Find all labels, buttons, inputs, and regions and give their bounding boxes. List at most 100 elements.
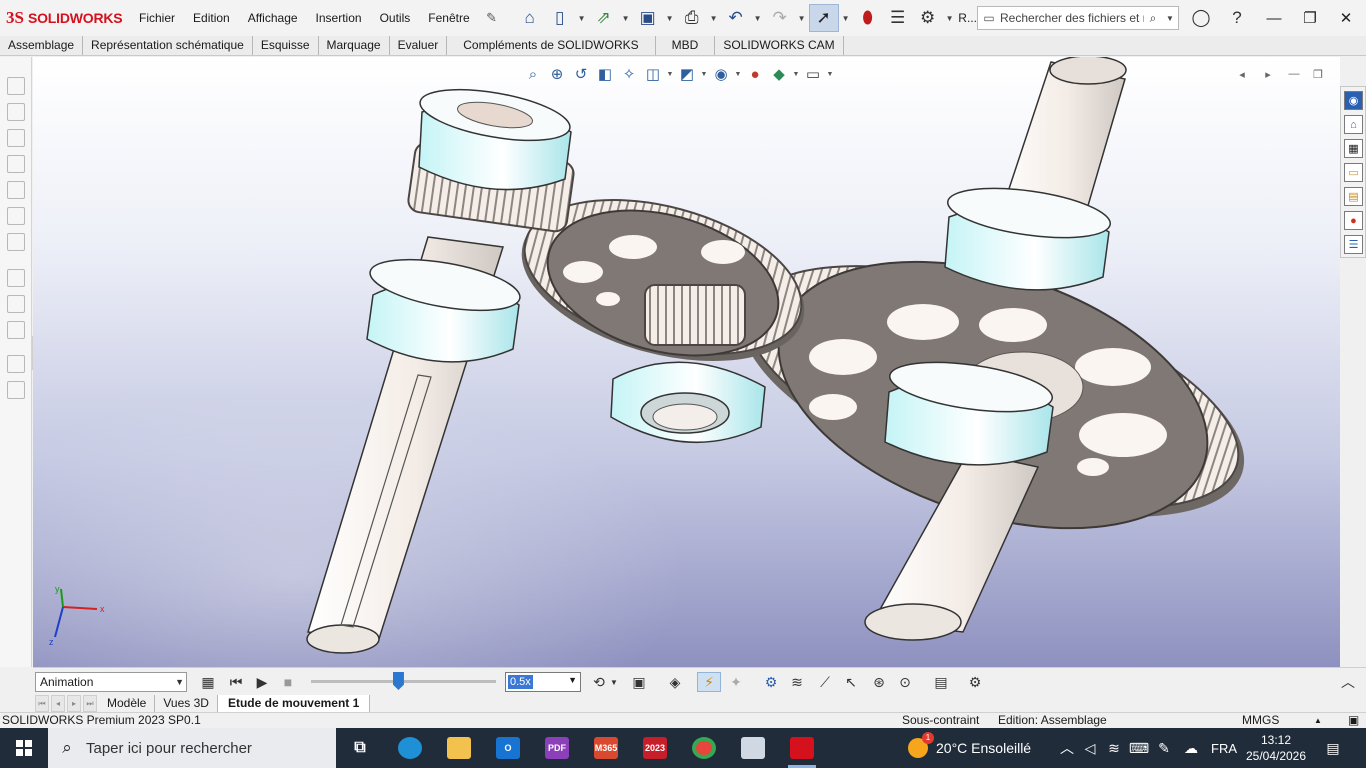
solidworks-active-button[interactable] [782,732,822,768]
next-tab-icon[interactable]: ▸ [67,695,81,712]
minimize-window-icon[interactable]: — [1256,0,1292,36]
view-orientation-dropdown-icon[interactable]: ▼ [665,71,675,78]
print-dropdown-icon[interactable]: ▼ [707,4,721,32]
onedrive-icon[interactable]: ☁ [1180,728,1202,768]
microsoft365-button[interactable]: M365 [586,732,626,764]
solidworks-2023-button[interactable]: 2023 [635,732,675,764]
view-orientation-icon[interactable]: ◫ [641,63,665,85]
display-style-icon[interactable]: ◩ [675,63,699,85]
tab-representation-schematique[interactable]: Représentation schématique [83,36,253,55]
playback-slider[interactable] [311,672,496,690]
autokey-icon[interactable]: ⚡ [697,672,721,692]
display-manager-icon[interactable] [7,181,25,199]
select-dropdown-icon[interactable]: ▼ [839,4,853,32]
menu-fichier[interactable]: Fichier [130,0,184,36]
gravity-icon[interactable]: ⊙ [893,672,917,692]
language-indicator[interactable]: FRA [1208,728,1240,768]
search-placeholder[interactable]: Rechercher des fichiers et m [1000,11,1144,25]
photos-button[interactable] [733,732,773,764]
tab-evaluer[interactable]: Evaluer [390,36,448,55]
tab-modele[interactable]: Modèle [99,695,156,712]
search-icon[interactable]: ⌕ [1144,11,1162,26]
dynamic-annotation-icon[interactable]: ✧ [617,63,641,85]
section-tool-icon[interactable] [7,321,25,339]
add-key-icon[interactable]: ✦ [724,672,748,692]
previous-view-icon[interactable]: ↺ [569,63,593,85]
keyboard-icon[interactable]: ⌨ [1128,728,1150,768]
close-window-icon[interactable]: ✕ [1328,0,1364,36]
tab-motion-study[interactable]: Etude de mouvement 1 [217,695,371,712]
home-icon[interactable]: ⌂ [515,4,545,32]
menu-outils[interactable]: Outils [371,0,420,36]
animation-wizard-icon[interactable]: ◈ [663,672,687,692]
viewport-restore-icon[interactable]: ❐ [1307,65,1329,83]
feature-tree-icon[interactable] [7,77,25,95]
solidworks-logo[interactable]: 3S SOLIDWORKS [0,8,130,28]
contact-icon[interactable]: ⊛ [867,672,891,692]
new-dropdown-icon[interactable]: ▼ [575,4,589,32]
help-icon[interactable]: ? [1226,7,1248,29]
undo-dropdown-icon[interactable]: ▼ [751,4,765,32]
tab-marquage[interactable]: Marquage [319,36,390,55]
apply-scene-icon[interactable]: ◆ [767,63,791,85]
system-clock[interactable]: 13:12 25/04/2026 [1244,732,1308,764]
viewport-minimize-icon[interactable]: — [1283,65,1305,83]
traffic-light-icon[interactable]: ⬮ [853,4,883,32]
configuration-manager-icon[interactable] [7,129,25,147]
spring-icon[interactable]: ≋ [785,672,809,692]
redo-dropdown-icon[interactable]: ▼ [795,4,809,32]
appearances-icon[interactable]: ● [1344,211,1363,230]
viewport-next-icon[interactable]: ▸ [1257,65,1279,83]
edge-button[interactable] [390,732,430,764]
last-tab-icon[interactable]: ⏭ [83,695,97,712]
pdf-app-button[interactable]: PDF [537,732,577,764]
select-icon[interactable]: ➚ [808,4,839,32]
custom-properties-icon[interactable]: ☰ [1344,235,1363,254]
chrome-button[interactable] [684,732,724,764]
new-document-icon[interactable]: ▯ [545,4,575,32]
paste-tool-icon[interactable] [7,381,25,399]
open-icon[interactable]: ⇗ [589,4,619,32]
unit-system[interactable]: MMGS [1242,713,1279,728]
motion-properties-icon[interactable]: ⚙ [963,672,987,692]
play-from-start-icon[interactable]: ⏮ [224,672,248,692]
options-dropdown-icon[interactable]: ▼ [943,4,957,32]
speed-dropdown-icon[interactable]: ▼ [568,675,577,685]
view-settings-icon[interactable]: ▭ [801,63,825,85]
motor-icon[interactable]: ⚙ [759,672,783,692]
pinion-gear[interactable] [644,284,746,346]
stop-icon[interactable]: ■ [276,672,300,692]
hide-show-items-icon[interactable]: ◉ [709,63,733,85]
open-dropdown-icon[interactable]: ▼ [619,4,633,32]
tab-solidworks-cam[interactable]: SOLIDWORKS CAM [715,36,844,55]
playback-mode-dropdown-icon[interactable]: ▼ [608,672,620,692]
home-tab-icon[interactable]: ⌂ [1344,115,1363,134]
volume-icon[interactable]: ◁ [1080,728,1100,768]
menu-edition[interactable]: Edition [184,0,239,36]
network-icon[interactable]: ≋ [1104,728,1124,768]
force-icon[interactable]: ↖ [839,672,863,692]
tab-assemblage[interactable]: Assemblage [0,36,84,55]
tab-vues-3d[interactable]: Vues 3D [155,695,218,712]
tab-esquisse[interactable]: Esquisse [253,36,319,55]
viewport-previous-icon[interactable]: ◂ [1231,65,1253,83]
property-manager-icon[interactable] [7,103,25,121]
design-library-icon[interactable]: ▦ [1344,139,1363,158]
menu-insertion[interactable]: Insertion [307,0,371,36]
tab-mbd[interactable]: MBD [656,36,716,55]
scene-dropdown-icon[interactable]: ▼ [791,71,801,78]
copy-tool-icon[interactable] [7,355,25,373]
zoom-to-area-icon[interactable]: ⊕ [545,63,569,85]
undo-icon[interactable]: ↶ [721,4,751,32]
search-files-box[interactable]: ▭ Rechercher des fichiers et m ⌕ ▼ [977,6,1179,30]
edit-appearance-icon[interactable]: ● [743,63,767,85]
pin-menu-icon[interactable]: ✎ [479,10,505,26]
playback-slider-thumb[interactable] [392,672,404,690]
start-button[interactable] [0,728,48,768]
display-style-dropdown-icon[interactable]: ▼ [699,71,709,78]
tooltip-toggle-icon[interactable]: ▣ [1348,713,1359,728]
save-icon[interactable]: ▣ [633,4,663,32]
file-explorer-button[interactable] [439,732,479,764]
task-view-button[interactable]: ⧉ [340,732,380,764]
search-dropdown-icon[interactable]: ▼ [1162,14,1178,23]
